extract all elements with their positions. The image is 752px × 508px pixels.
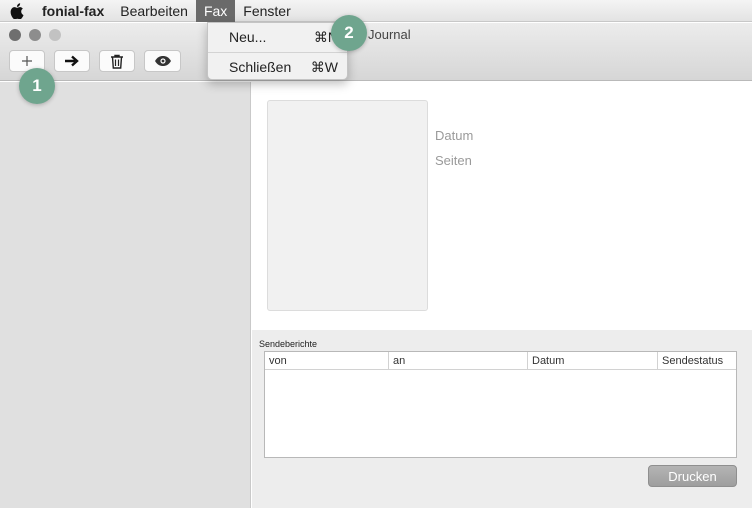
close-window-button[interactable] bbox=[9, 29, 21, 41]
fax-menu-dropdown: Neu... ⌘N Schließen ⌘W bbox=[207, 22, 348, 80]
menu-item-neu[interactable]: Neu... ⌘N bbox=[208, 26, 347, 48]
column-header-datum[interactable]: Datum bbox=[528, 352, 658, 370]
send-button[interactable] bbox=[54, 50, 90, 72]
preview-button[interactable] bbox=[144, 50, 181, 72]
reports-section-label: Sendeberichte bbox=[259, 339, 318, 349]
menu-fax[interactable]: Fax bbox=[195, 0, 236, 22]
print-button[interactable]: Drucken bbox=[648, 465, 737, 487]
column-header-sendestatus[interactable]: Sendestatus bbox=[658, 352, 736, 370]
app-menu[interactable]: fonial-fax bbox=[34, 0, 112, 22]
menu-bearbeiten[interactable]: Bearbeiten bbox=[112, 0, 196, 22]
callout-badge-1: 1 bbox=[19, 68, 55, 104]
delete-button[interactable] bbox=[99, 50, 135, 72]
window-toolbar: Journal bbox=[0, 23, 752, 81]
column-header-an[interactable]: an bbox=[389, 352, 528, 370]
menu-fenster[interactable]: Fenster bbox=[235, 0, 298, 22]
callout-badge-2: 2 bbox=[331, 15, 367, 51]
minimize-window-button[interactable] bbox=[29, 29, 41, 41]
window-title: Journal bbox=[368, 27, 411, 42]
menu-item-schliessen-label: Schließen bbox=[229, 59, 292, 75]
menu-item-schliessen[interactable]: Schließen ⌘W bbox=[208, 56, 347, 78]
eye-icon bbox=[154, 56, 171, 66]
trash-icon bbox=[111, 54, 123, 69]
column-header-von[interactable]: von bbox=[265, 352, 389, 370]
menu-item-neu-label: Neu... bbox=[229, 29, 267, 45]
apple-menu[interactable] bbox=[0, 0, 34, 22]
fax-list-sidebar[interactable] bbox=[0, 82, 251, 508]
reports-section: Sendeberichte von an Datum Sendestatus D… bbox=[252, 330, 752, 508]
plus-icon bbox=[22, 56, 32, 66]
menu-separator bbox=[208, 52, 347, 53]
fax-preview-thumbnail[interactable] bbox=[267, 100, 428, 311]
date-label: Datum bbox=[435, 128, 474, 143]
arrow-right-icon bbox=[65, 55, 79, 67]
pages-label: Seiten bbox=[435, 153, 472, 168]
menu-bar: fonial-fax Bearbeiten Fax Fenster bbox=[0, 0, 752, 22]
zoom-window-button[interactable] bbox=[49, 29, 61, 41]
apple-icon bbox=[10, 2, 24, 19]
reports-table[interactable]: von an Datum Sendestatus bbox=[264, 351, 737, 458]
reports-table-header: von an Datum Sendestatus bbox=[265, 352, 736, 370]
fax-detail-pane: Datum Seiten bbox=[252, 82, 752, 330]
menu-item-schliessen-shortcut: ⌘W bbox=[310, 59, 338, 75]
